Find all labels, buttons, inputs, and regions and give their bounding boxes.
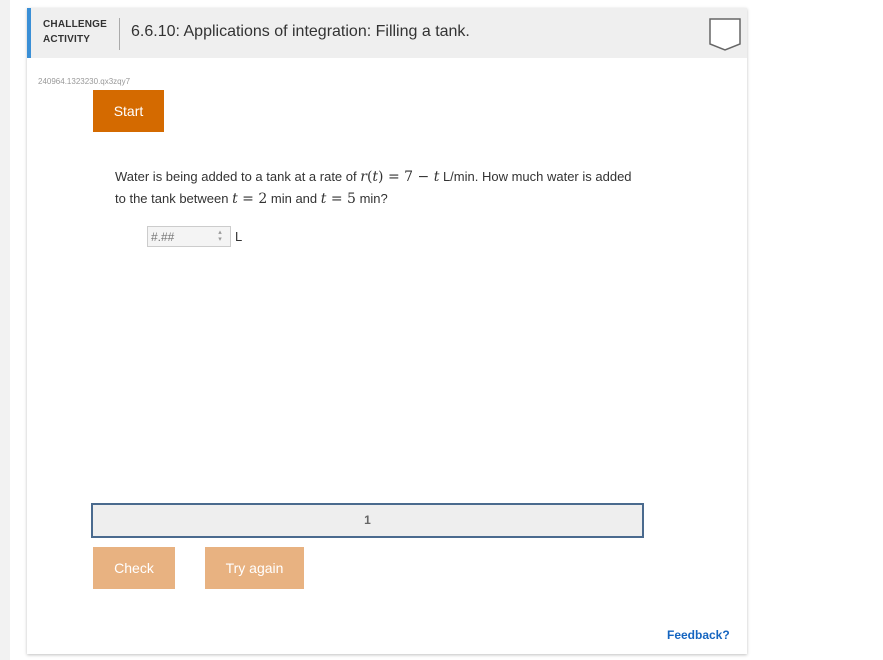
activity-id: 240964.1323230.qx3zqy7 [38, 77, 131, 86]
spinner-arrows-icon[interactable]: ▴ ▾ [213, 229, 227, 244]
activity-header: CHALLENGE ACTIVITY 6.6.10: Applications … [27, 8, 747, 58]
activity-type-label: CHALLENGE ACTIVITY [43, 17, 107, 47]
question-part3: min and [267, 191, 321, 206]
rate-expression: r(t) = 7 − t [360, 169, 440, 185]
activity-type-line1: CHALLENGE [43, 19, 108, 30]
header-divider [119, 18, 120, 50]
t1-expression: t = 2 [232, 191, 267, 207]
question-part1: Water is being added to a tank at a rate… [115, 169, 361, 184]
level-indicator[interactable]: 1 [93, 513, 642, 527]
t1-eq: = 2 [237, 191, 268, 207]
question-text: Water is being added to a tank at a rate… [115, 166, 645, 210]
answer-unit: L [235, 229, 243, 244]
activity-title: 6.6.10: Applications of integration: Fil… [131, 23, 470, 40]
challenge-activity-card: CHALLENGE ACTIVITY 6.6.10: Applications … [27, 8, 747, 654]
try-again-button[interactable]: Try again [205, 547, 304, 589]
level-progress-bar[interactable]: 1 [91, 503, 644, 538]
question-part4: min? [355, 191, 388, 206]
empty-checkbox-icon [709, 18, 741, 51]
t2-eq: = 5 [326, 191, 356, 207]
feedback-link[interactable]: Feedback? [667, 628, 730, 642]
activity-type-line2: ACTIVITY [43, 34, 91, 45]
left-margin-strip [0, 0, 10, 660]
start-button[interactable]: Start [93, 90, 164, 132]
rate-func: r [360, 169, 367, 185]
check-button[interactable]: Check [93, 547, 175, 589]
rate-eq-mid: ) = 7 − [378, 169, 434, 185]
t2-expression: t = 5 [321, 191, 356, 207]
